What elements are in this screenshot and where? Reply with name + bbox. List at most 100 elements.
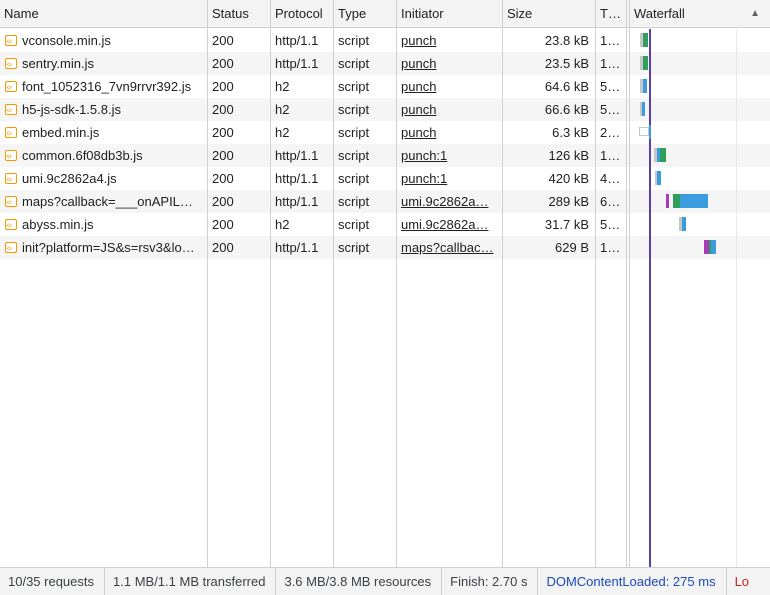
request-size: 64.6 kB	[544, 79, 589, 94]
column-divider[interactable]	[629, 0, 630, 567]
request-name[interactable]: h5-js-sdk-1.5.8.js	[0, 98, 207, 121]
initiator-link[interactable]: punch	[401, 102, 436, 117]
column-header-protocol[interactable]: Protocol	[271, 0, 333, 28]
request-name[interactable]: maps?callback=___onAPIL…	[0, 190, 207, 213]
request-initiator[interactable]: punch	[397, 121, 502, 144]
column-header-name[interactable]: Name	[0, 0, 207, 28]
column-divider[interactable]	[626, 0, 627, 567]
script-file-icon	[5, 238, 17, 259]
column-header-waterfall[interactable]: Waterfall ▲	[630, 0, 770, 28]
script-file-icon	[5, 192, 17, 213]
dom-content-loaded-time: DOMContentLoaded: 275 ms	[538, 568, 727, 595]
waterfall-bar-ssl[interactable]	[666, 194, 669, 208]
request-name[interactable]: font_1052316_7vn9rrvr392.js	[0, 75, 207, 98]
initiator-link[interactable]: punch:1	[401, 171, 447, 186]
waterfall-bar-download[interactable]	[711, 240, 716, 254]
column-header-status[interactable]: Status	[208, 0, 270, 28]
request-status: 200	[212, 194, 234, 209]
script-file-icon	[5, 77, 17, 98]
waterfall-bar-waiting[interactable]	[643, 56, 648, 70]
request-name[interactable]: common.6f08db3b.js	[0, 144, 207, 167]
waterfall-bar-waiting[interactable]	[660, 148, 666, 162]
waterfall-timeline	[631, 29, 770, 567]
request-name[interactable]: umi.9c2862a4.js	[0, 167, 207, 190]
request-name[interactable]: sentry.min.js	[0, 52, 207, 75]
network-summary-bar: 10/35 requests 1.1 MB/1.1 MB transferred 3…	[0, 567, 770, 595]
request-protocol: h2	[275, 125, 290, 140]
request-name-label: embed.min.js	[22, 125, 100, 140]
column-header-size[interactable]: Size	[503, 0, 595, 28]
request-initiator[interactable]: maps?callbac…	[397, 236, 502, 259]
request-name[interactable]: vconsole.min.js	[0, 29, 207, 52]
script-file-icon	[5, 169, 17, 190]
initiator-link[interactable]: umi.9c2862a…	[401, 217, 488, 232]
load-time: Lo	[734, 574, 750, 589]
waterfall-bar-download[interactable]	[680, 194, 708, 208]
column-divider[interactable]	[270, 0, 271, 567]
initiator-link[interactable]: punch	[401, 56, 436, 71]
request-protocol: h2	[275, 217, 290, 232]
request-type: script	[338, 33, 370, 48]
request-time: 6…	[600, 194, 621, 209]
script-file-icon	[5, 215, 17, 236]
request-name-label: abyss.min.js	[22, 217, 94, 232]
waterfall-bar-download[interactable]	[657, 171, 661, 185]
request-time: 5…	[600, 217, 621, 232]
initiator-link[interactable]: umi.9c2862a…	[401, 194, 488, 209]
waterfall-bar-waiting[interactable]	[643, 33, 648, 47]
request-size: 629 B	[555, 240, 589, 255]
request-protocol: http/1.1	[275, 194, 319, 209]
waterfall-bar-download[interactable]	[643, 79, 647, 93]
request-type: script	[338, 148, 370, 163]
request-name-label: font_1052316_7vn9rrvr392.js	[22, 79, 192, 94]
request-protocol: http/1.1	[275, 33, 319, 48]
initiator-link[interactable]: punch	[401, 79, 436, 94]
request-status: 200	[212, 217, 234, 232]
request-name[interactable]: init?platform=JS&s=rsv3&lo…	[0, 236, 207, 259]
column-header-type[interactable]: Type	[334, 0, 396, 28]
request-size: 6.3 kB	[552, 125, 589, 140]
request-name[interactable]: abyss.min.js	[0, 213, 207, 236]
request-initiator[interactable]: punch:1	[397, 144, 502, 167]
column-divider[interactable]	[333, 0, 334, 567]
request-initiator[interactable]: punch	[397, 75, 502, 98]
transferred-size: 1.1 MB/1.1 MB transferred	[105, 568, 277, 595]
initiator-link[interactable]: punch	[401, 33, 436, 48]
request-initiator[interactable]: punch	[397, 52, 502, 75]
request-initiator[interactable]: umi.9c2862a…	[397, 190, 502, 213]
resources-size: 3.6 MB/3.8 MB resources	[276, 568, 443, 595]
request-status: 200	[212, 148, 234, 163]
column-divider[interactable]	[502, 0, 503, 567]
column-header-initiator[interactable]: Initiator	[397, 0, 502, 28]
column-divider[interactable]	[595, 0, 596, 567]
waterfall-bar-download[interactable]	[682, 217, 686, 231]
request-status: 200	[212, 79, 234, 94]
column-header-time[interactable]: T…	[596, 0, 626, 28]
request-type: script	[338, 102, 370, 117]
request-protocol: http/1.1	[275, 171, 319, 186]
requests-count: 10/35 requests	[0, 568, 106, 595]
request-size: 289 kB	[548, 194, 589, 209]
column-divider[interactable]	[207, 0, 208, 567]
request-protocol: http/1.1	[275, 148, 319, 163]
request-initiator[interactable]: punch	[397, 29, 502, 52]
column-divider[interactable]	[396, 0, 397, 567]
finish-time: Finish: 2.70 s	[442, 568, 539, 595]
initiator-link[interactable]: punch	[401, 125, 436, 140]
request-name-label: common.6f08db3b.js	[22, 148, 143, 163]
request-size: 23.5 kB	[544, 56, 589, 71]
waterfall-bar-download[interactable]	[649, 125, 651, 139]
request-initiator[interactable]: umi.9c2862a…	[397, 213, 502, 236]
request-initiator[interactable]: punch:1	[397, 167, 502, 190]
initiator-link[interactable]: maps?callbac…	[401, 240, 494, 255]
waterfall-bar-waiting[interactable]	[673, 194, 680, 208]
request-initiator[interactable]: punch	[397, 98, 502, 121]
waterfall-bar-download[interactable]	[642, 102, 645, 116]
sort-ascending-icon[interactable]: ▲	[750, 0, 760, 28]
request-name-label: umi.9c2862a4.js	[22, 171, 117, 186]
initiator-link[interactable]: punch:1	[401, 148, 447, 163]
request-type: script	[338, 125, 370, 140]
waterfall-bar-queue-outline[interactable]	[639, 127, 649, 136]
script-file-icon	[5, 54, 17, 75]
request-name[interactable]: embed.min.js	[0, 121, 207, 144]
